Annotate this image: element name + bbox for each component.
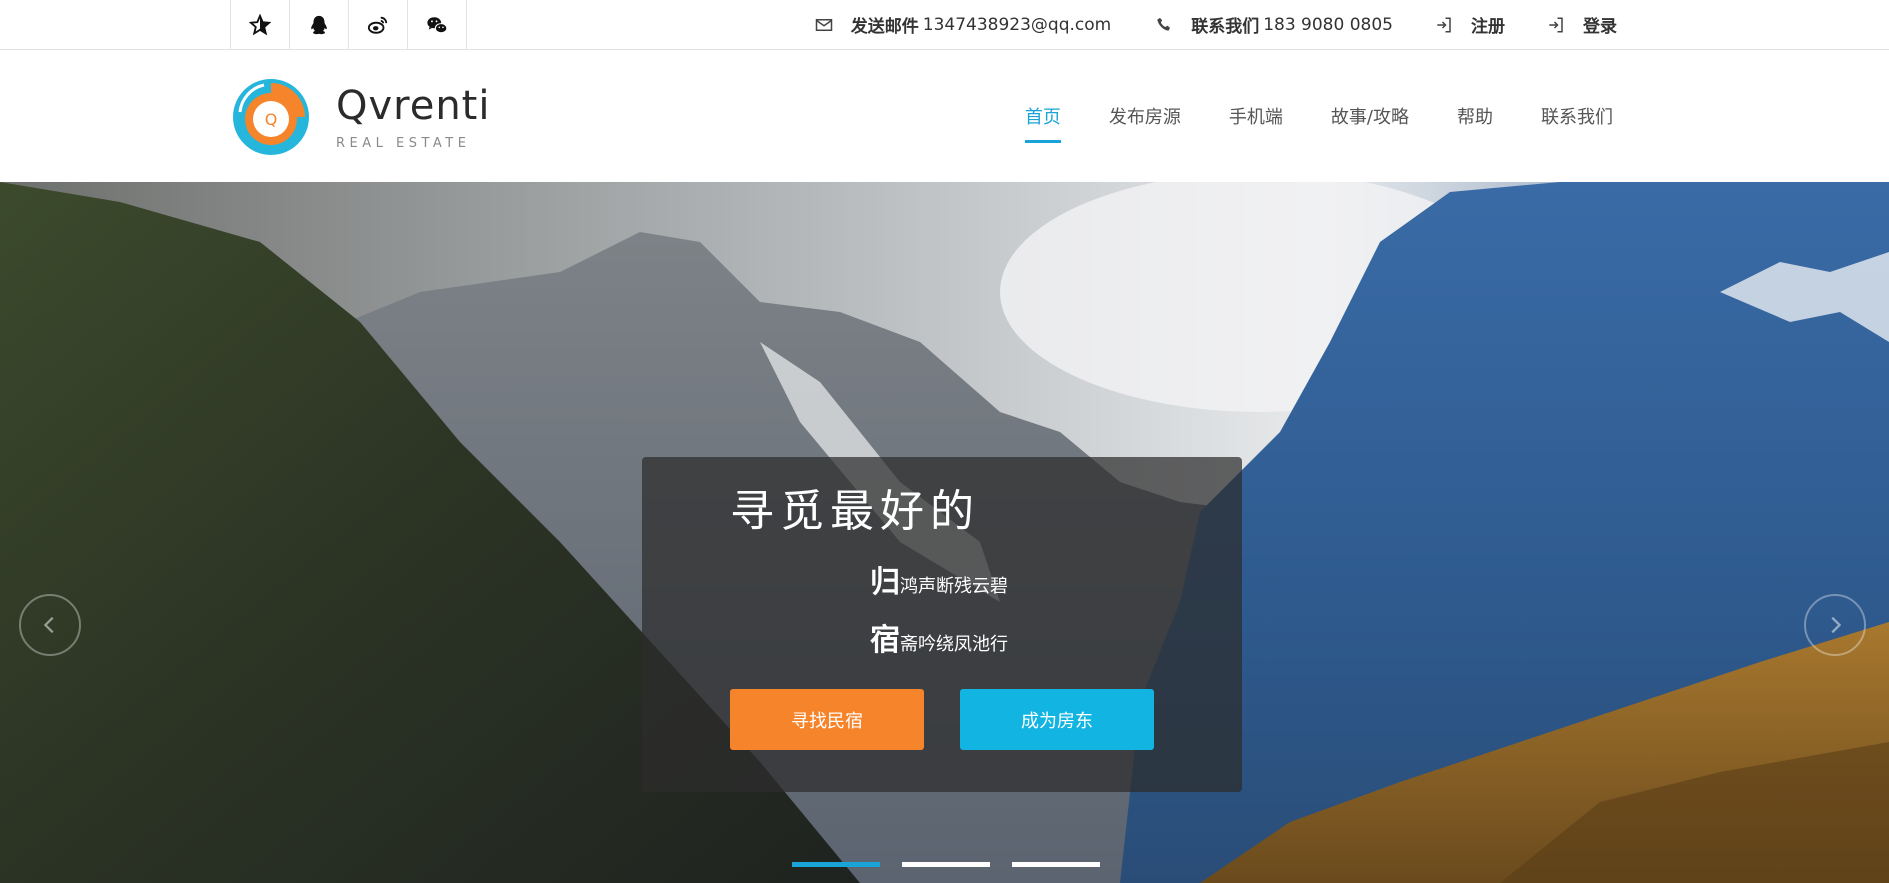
qq-icon (311, 15, 327, 34)
logo[interactable]: Q Qvrenti REAL ESTATE (230, 72, 490, 162)
chevron-right-icon (1831, 616, 1842, 634)
favorite-button[interactable] (231, 0, 290, 49)
logo-text: Qvrenti REAL ESTATE (336, 84, 490, 151)
slider-pagination (792, 862, 1122, 867)
main-nav: 首页 发布房源 手机端 故事/攻略 帮助 联系我们 (1024, 50, 1613, 181)
hero-poem-line-1: 归鸿声断残云碧 (870, 557, 1008, 601)
slider-prev-button[interactable] (19, 594, 81, 656)
phone-contact[interactable]: 联系我们 183 9080 0805 (1155, 12, 1393, 37)
wechat-button[interactable] (408, 0, 467, 49)
nav-mobile[interactable]: 手机端 (1229, 95, 1283, 137)
email-value: 1347438923@qq.com (922, 14, 1112, 35)
email-contact[interactable]: 发送邮件 1347438923@qq.com (815, 12, 1111, 37)
nav-publish[interactable]: 发布房源 (1109, 95, 1181, 137)
top-bar: 发送邮件 1347438923@qq.com 联系我们 183 9080 080… (0, 0, 1889, 50)
logo-name: Qvrenti (336, 82, 491, 129)
hero-poem-initial-2: 宿 (870, 623, 900, 658)
slider-dot-1[interactable] (792, 862, 880, 867)
email-label: 发送邮件 (850, 17, 919, 37)
hero-poem-text-2: 斋吟绕凤池行 (900, 634, 1008, 655)
site-header: Q Qvrenti REAL ESTATE 首页 发布房源 手机端 故事/攻略 … (0, 50, 1889, 181)
login-label: 登录 (1583, 17, 1617, 37)
weibo-button[interactable] (349, 0, 408, 49)
sign-in-icon (1437, 17, 1451, 32)
hero-poem-initial-1: 归 (870, 565, 900, 600)
slider-dot-3[interactable] (1012, 862, 1100, 867)
nav-stories[interactable]: 故事/攻略 (1331, 95, 1409, 137)
chevron-left-icon (43, 616, 54, 634)
star-icon (249, 13, 271, 35)
logo-letter: Q (265, 110, 278, 129)
hero-poem-line-2: 宿斋吟绕凤池行 (870, 615, 1008, 659)
hero-title: 寻觅最好的 (730, 486, 980, 537)
register-label: 注册 (1471, 17, 1505, 37)
hero-caption-panel: 寻觅最好的 归鸿声断残云碧 宿斋吟绕凤池行 寻找民宿 成为房东 (642, 457, 1242, 792)
wechat-icon (427, 16, 448, 33)
social-links (230, 0, 467, 49)
weibo-icon (367, 16, 388, 34)
become-host-button[interactable]: 成为房东 (960, 689, 1154, 750)
qq-button[interactable] (290, 0, 349, 49)
login-link[interactable]: 登录 (1547, 12, 1617, 37)
sign-in-icon (1549, 17, 1563, 32)
hero-slider: 寻觅最好的 归鸿声断残云碧 宿斋吟绕凤池行 寻找民宿 成为房东 (0, 182, 1889, 883)
find-homestay-button[interactable]: 寻找民宿 (730, 689, 924, 750)
slider-dot-2[interactable] (902, 862, 990, 867)
contact-bar: 发送邮件 1347438923@qq.com 联系我们 183 9080 080… (815, 0, 1617, 49)
nav-contact[interactable]: 联系我们 (1541, 95, 1613, 137)
hero-poem-text-1: 鸿声断残云碧 (900, 576, 1008, 597)
phone-value: 183 9080 0805 (1263, 14, 1393, 35)
phone-label: 联系我们 (1191, 17, 1260, 37)
nav-help[interactable]: 帮助 (1457, 95, 1493, 137)
nav-home[interactable]: 首页 (1024, 95, 1061, 143)
slider-next-button[interactable] (1804, 594, 1866, 656)
phone-icon (1157, 17, 1171, 31)
logo-subtitle: REAL ESTATE (336, 135, 471, 151)
logo-mark-icon: Q (233, 79, 309, 155)
mail-icon (815, 18, 832, 31)
register-link[interactable]: 注册 (1435, 12, 1505, 37)
